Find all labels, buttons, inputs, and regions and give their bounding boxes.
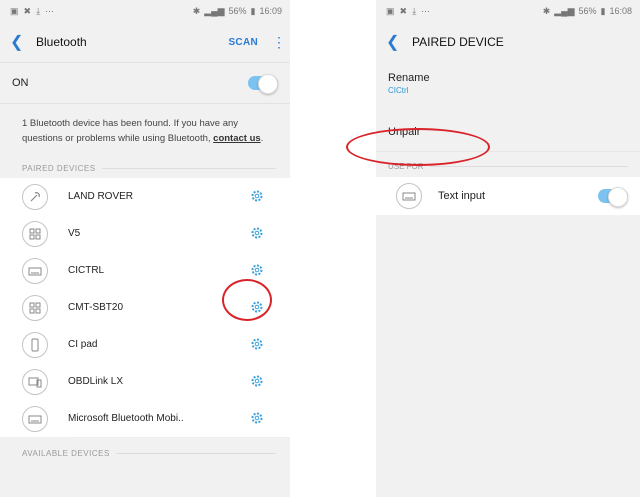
multi-device-icon	[22, 220, 48, 247]
gear-icon[interactable]	[250, 189, 264, 208]
gear-icon[interactable]	[250, 337, 264, 356]
status-bar: ▣ ✖ ⤓ ⋯ ✱ ▂▄▆ 56% ▮ 16:09	[0, 0, 290, 22]
clock: 16:09	[259, 6, 282, 16]
more-options-icon[interactable]: ⋮	[272, 34, 286, 51]
bluetooth-status-icon: ✱	[542, 5, 551, 16]
computer-icon	[22, 368, 48, 395]
scan-button[interactable]: SCAN	[228, 37, 258, 48]
device-row-obdlink-lx[interactable]: OBDLink LX	[0, 363, 290, 401]
more-notifications-icon: ⋯	[421, 5, 431, 16]
x-icon: ✖	[23, 5, 32, 16]
paired-device-screen: ▣ ✖ ⤓ ⋯ ✱ ▂▄▆ 56% ▮ 16:08 ❮ PAIRED DEVIC…	[376, 0, 640, 497]
x-icon: ✖	[399, 5, 408, 16]
contact-us-link[interactable]: contact us	[213, 133, 261, 144]
bluetooth-toggle-row[interactable]: ON	[0, 62, 290, 104]
keyboard-icon	[22, 405, 48, 432]
text-input-row[interactable]: Text input	[376, 177, 640, 215]
paired-devices-header: PAIRED DEVICES	[0, 158, 290, 178]
available-devices-header: AVAILABLE DEVICES	[0, 443, 290, 463]
gallery-icon: ▣	[10, 5, 19, 16]
bluetooth-settings-screen: ▣ ✖ ⤓ ⋯ ✱ ▂▄▆ 56% ▮ 16:09 ❮ Bluetooth SC…	[0, 0, 290, 497]
bluetooth-state-label: ON	[12, 77, 29, 89]
page-title: PAIRED DEVICE	[412, 35, 504, 49]
device-row-microsoft-bluetooth[interactable]: Microsoft Bluetooth Mobi..	[0, 400, 290, 438]
annotation-circle-gear	[222, 279, 272, 321]
keyboard-icon	[396, 183, 422, 209]
rename-option[interactable]: Rename CICtrl	[376, 62, 640, 95]
app-bar: ❮ PAIRED DEVICE	[376, 22, 640, 62]
bluetooth-status-icon: ✱	[192, 5, 201, 16]
status-bar: ▣ ✖ ⤓ ⋯ ✱ ▂▄▆ 56% ▮ 16:08	[376, 0, 640, 22]
signal-icon: ▂▄▆	[554, 5, 575, 16]
annotation-circle-unpair	[346, 128, 490, 166]
text-input-label: Text input	[438, 190, 486, 202]
battery-percent: 56%	[228, 6, 247, 16]
multi-device-icon	[22, 294, 48, 321]
rename-label: Rename	[388, 72, 430, 84]
gear-icon[interactable]	[250, 374, 264, 393]
back-icon[interactable]: ❮	[10, 32, 36, 52]
gear-icon[interactable]	[250, 226, 264, 245]
clock: 16:08	[609, 6, 632, 16]
battery-icon: ▮	[600, 5, 606, 16]
gear-icon[interactable]	[250, 411, 264, 430]
phone-icon	[22, 331, 48, 358]
battery-icon: ▮	[250, 5, 256, 16]
device-row-land-rover[interactable]: LAND ROVER	[0, 178, 290, 216]
more-notifications-icon: ⋯	[45, 5, 55, 16]
battery-percent: 56%	[578, 6, 597, 16]
page-title: Bluetooth	[36, 35, 87, 49]
keyboard-icon	[22, 257, 48, 284]
device-current-name: CICtrl	[388, 86, 409, 95]
bluetooth-toggle[interactable]	[248, 74, 278, 94]
device-row-ci-pad[interactable]: CI pad	[0, 326, 290, 364]
download-icon: ⤓	[36, 5, 41, 16]
device-row-v5[interactable]: V5	[0, 215, 290, 253]
download-icon: ⤓	[412, 5, 417, 16]
app-bar: ❮ Bluetooth SCAN ⋮	[0, 22, 290, 62]
gallery-icon: ▣	[386, 5, 395, 16]
info-text: 1 Bluetooth device has been found. If yo…	[22, 118, 264, 144]
text-input-toggle[interactable]	[598, 187, 628, 207]
signal-icon: ▂▄▆	[204, 5, 225, 16]
back-icon[interactable]: ❮	[386, 32, 412, 52]
steering-icon	[22, 183, 48, 210]
